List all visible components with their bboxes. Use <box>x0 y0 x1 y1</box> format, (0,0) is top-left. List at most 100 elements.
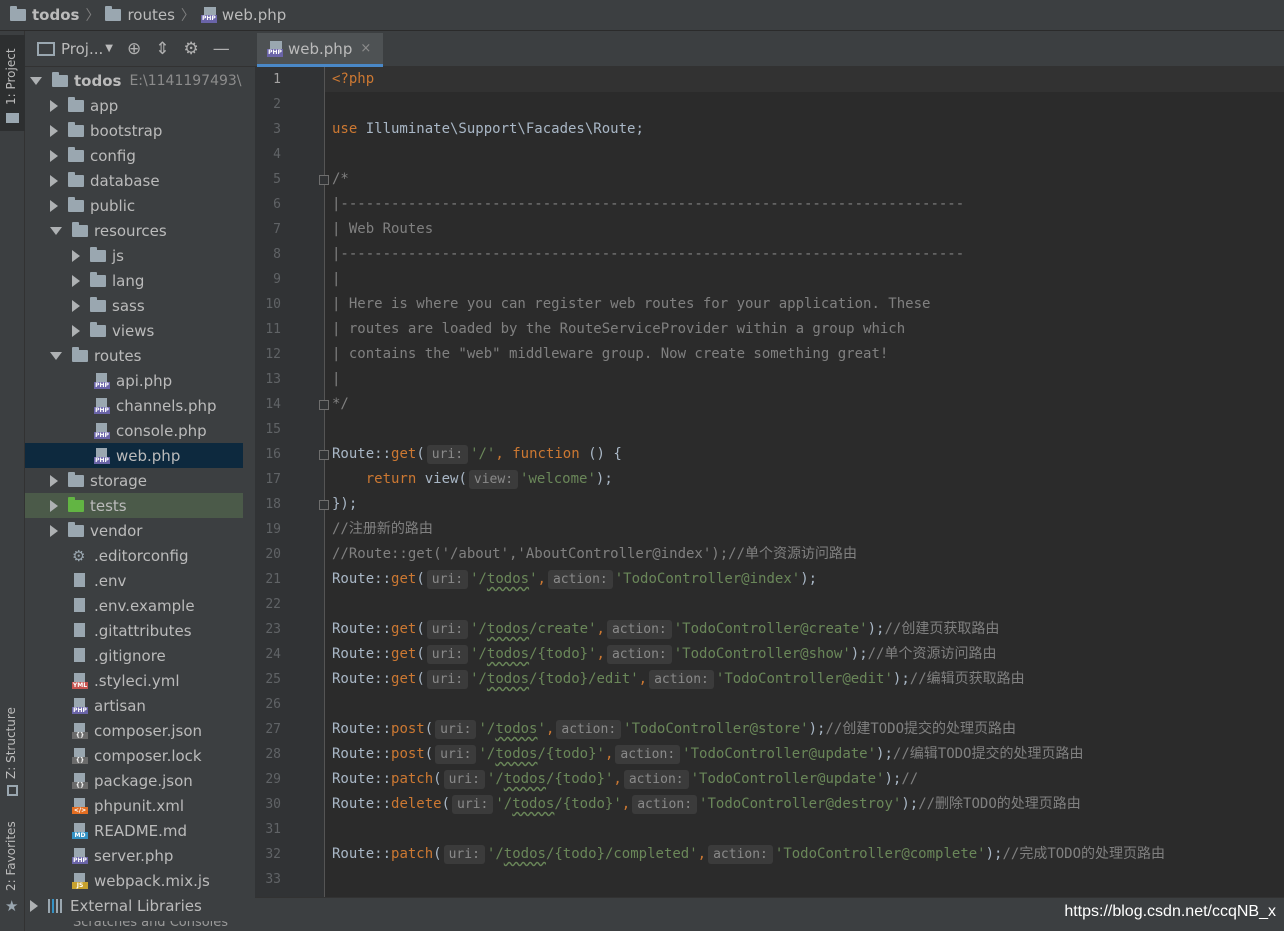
chevron-right-icon[interactable] <box>50 499 58 512</box>
line-number-gutter: 1 2 3 4 5 6 7 8 9 10 11 12 13 14 15 16 17 18 19 20 21 22 23 24 2… <box>255 67 329 897</box>
tree-item[interactable]: PHP server.php <box>25 843 243 868</box>
tree-item[interactable]: lang <box>25 268 243 293</box>
tree-item-label: sass <box>112 296 145 315</box>
chevron-right-icon[interactable] <box>72 274 80 287</box>
project-view-selector[interactable]: Proj... <box>61 40 103 58</box>
tree-item[interactable]: PHP channels.php <box>25 393 243 418</box>
code-line: | Here is where you can register web rou… <box>332 296 931 312</box>
line-number: 27 <box>265 722 281 737</box>
collapse-all-icon[interactable]: ⇕ <box>155 39 169 59</box>
tree-item[interactable]: public <box>25 193 243 218</box>
structure-tool-tab[interactable]: Z: Structure <box>0 691 25 801</box>
tree-item[interactable]: config <box>25 143 243 168</box>
chevron-right-icon[interactable] <box>72 249 80 262</box>
tree-item[interactable]: MD README.md <box>25 818 243 843</box>
breadcrumb-file[interactable]: PHP web.php <box>200 6 286 24</box>
tree-root[interactable]: todos E:\1141197493\1 <box>25 68 243 93</box>
tree-item-label: phpunit.xml <box>94 796 185 815</box>
json-file-icon: {} <box>72 747 88 764</box>
tree-item[interactable]: .gitattributes <box>25 618 243 643</box>
chevron-down-icon[interactable] <box>50 351 62 360</box>
tree-item[interactable]: PHP api.php <box>25 368 243 393</box>
parameter-hint: action: <box>708 845 773 864</box>
code-line: Route::get(uri: '/todos', action: 'TodoCont… <box>332 570 818 589</box>
locate-icon[interactable]: ⊕ <box>127 39 141 59</box>
folder-icon <box>10 6 26 21</box>
hide-icon[interactable]: — <box>213 39 230 59</box>
breadcrumb-project[interactable]: todos <box>10 6 79 24</box>
expand-arrow-icon[interactable] <box>30 76 42 85</box>
line-number: 20 <box>265 547 281 562</box>
tree-item[interactable]: sass <box>25 293 243 318</box>
tree-item[interactable]: PHP web.php <box>25 443 243 468</box>
yml-file-icon: YML <box>72 672 88 689</box>
chevron-right-icon[interactable] <box>50 149 58 162</box>
chevron-right-icon[interactable] <box>30 899 38 912</box>
tree-item[interactable]: {} composer.lock <box>25 743 243 768</box>
chevron-right-icon[interactable] <box>50 99 58 112</box>
plain-file-icon <box>72 597 86 614</box>
project-panel: Proj... ▼ ⊕ ⇕ ⚙ — todos E:\1141197493\1 … <box>25 31 279 931</box>
parameter-hint: action: <box>615 745 681 764</box>
chevron-right-icon[interactable] <box>72 324 80 337</box>
breadcrumb-folder[interactable]: routes <box>105 6 175 24</box>
config-file-icon: ⚙ <box>72 546 86 565</box>
tree-item[interactable]: storage <box>25 468 243 493</box>
close-icon[interactable]: × <box>360 41 371 56</box>
external-libraries[interactable]: External Libraries <box>25 893 243 918</box>
tree-item[interactable]: PHP artisan <box>25 693 243 718</box>
tree-item-label: package.json <box>94 771 193 790</box>
tree-item[interactable]: database <box>25 168 243 193</box>
fold-marker-icon[interactable] <box>319 175 329 185</box>
tree-item[interactable]: .gitignore <box>25 643 243 668</box>
tree-item-label: composer.lock <box>94 746 202 765</box>
line-number: 14 <box>265 397 281 412</box>
tree-item[interactable]: JS webpack.mix.js <box>25 868 243 893</box>
tree-item[interactable]: js <box>25 243 243 268</box>
tree-item[interactable]: PHP console.php <box>25 418 243 443</box>
folder-icon <box>90 296 106 312</box>
fold-marker-icon[interactable] <box>319 500 329 510</box>
tree-item[interactable]: ⚙ .editorconfig <box>25 543 243 568</box>
project-tree: todos E:\1141197493\1 app bootstrap config… <box>25 68 243 928</box>
code-editor[interactable]: <?php use Illuminate\Support\Facades\Rout… <box>332 67 1272 897</box>
project-tool-tab[interactable]: 1: Project <box>0 35 25 131</box>
tree-item[interactable]: bootstrap <box>25 118 243 143</box>
favorites-tool-tab[interactable]: 2: Favorites ★ <box>0 811 25 921</box>
tree-item[interactable]: resources <box>25 218 243 243</box>
parameter-hint: action: <box>556 720 622 739</box>
tree-item[interactable]: views <box>25 318 243 343</box>
chevron-right-icon[interactable] <box>50 474 58 487</box>
tree-item[interactable]: {} package.json <box>25 768 243 793</box>
tree-item[interactable]: </> phpunit.xml <box>25 793 243 818</box>
code-line: Route::post(uri: '/todos', action: 'TodoCon… <box>332 720 1017 739</box>
scratches-item[interactable]: Scratches and Consoles <box>25 921 255 931</box>
gear-icon[interactable]: ⚙ <box>183 39 198 59</box>
watermark-text: https://blog.csdn.net/ccqNB_x <box>1064 903 1276 920</box>
fold-marker-icon[interactable] <box>319 450 329 460</box>
chevron-down-icon[interactable] <box>50 226 62 235</box>
tree-item-label: .env <box>94 571 127 590</box>
folder-icon <box>6 113 19 123</box>
tree-item[interactable]: routes <box>25 343 243 368</box>
tree-item[interactable]: .env.example <box>25 593 243 618</box>
tree-item[interactable]: vendor <box>25 518 243 543</box>
line-number: 29 <box>265 772 281 787</box>
tree-item[interactable]: app <box>25 93 243 118</box>
tree-item[interactable]: .env <box>25 568 243 593</box>
chevron-right-icon[interactable] <box>50 524 58 537</box>
tree-item[interactable]: YML .styleci.yml <box>25 668 243 693</box>
tab-web-php[interactable]: PHP web.php × <box>257 33 383 67</box>
fold-marker-icon[interactable] <box>319 400 329 410</box>
chevron-right-icon[interactable] <box>50 199 58 212</box>
tree-item[interactable]: tests <box>25 493 243 518</box>
chevron-right-icon[interactable] <box>50 124 58 137</box>
tree-item-label: README.md <box>94 821 188 840</box>
chevron-down-icon[interactable]: ▼ <box>105 43 113 54</box>
parameter-hint: uri: <box>426 645 469 664</box>
tree-item-label: public <box>90 196 136 215</box>
tree-item[interactable]: {} composer.json <box>25 718 243 743</box>
chevron-right-icon[interactable] <box>50 174 58 187</box>
chevron-right-icon[interactable] <box>72 299 80 312</box>
folder-icon <box>68 121 84 137</box>
